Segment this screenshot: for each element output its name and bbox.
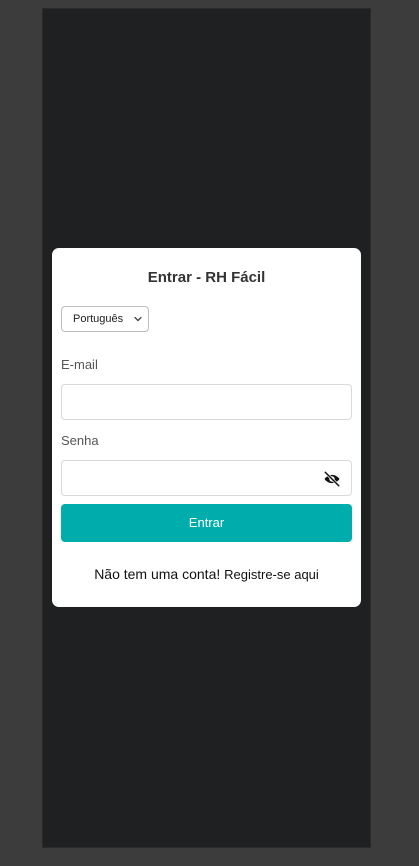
chevron-down-icon bbox=[134, 316, 142, 322]
no-account-text: Não tem uma conta! bbox=[94, 566, 221, 582]
password-field[interactable] bbox=[61, 460, 352, 496]
email-field[interactable] bbox=[61, 384, 352, 420]
language-select[interactable]: Português bbox=[61, 306, 149, 332]
eye-off-icon[interactable] bbox=[322, 470, 342, 488]
email-label: E-mail bbox=[61, 357, 98, 372]
language-select-value: Português bbox=[73, 313, 124, 325]
login-button[interactable]: Entrar bbox=[61, 504, 352, 542]
register-link[interactable]: Registre-se aqui bbox=[224, 567, 319, 582]
page-title: Entrar - RH Fácil bbox=[147, 269, 266, 286]
register-prompt: Não tem uma conta! Registre-se aqui bbox=[52, 566, 361, 582]
password-label: Senha bbox=[61, 433, 99, 448]
login-card: Entrar - RH Fácil Português E-mail Senha… bbox=[52, 248, 361, 607]
